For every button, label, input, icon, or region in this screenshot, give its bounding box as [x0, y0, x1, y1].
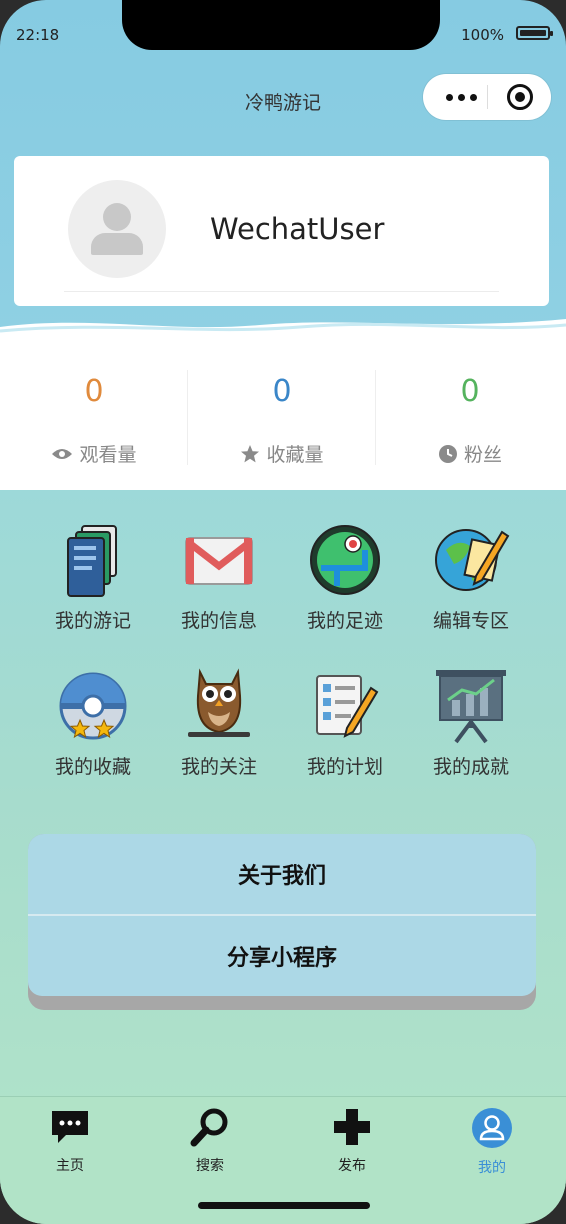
avatar[interactable]: [68, 180, 166, 278]
grid-item-my-messages[interactable]: 我的信息: [156, 520, 282, 640]
owl-icon: [188, 668, 250, 737]
grid-item-label: 我的收藏: [54, 756, 131, 778]
grid-item-label: 我的信息: [180, 610, 257, 632]
close-miniprogram-icon[interactable]: [507, 84, 533, 110]
grid-item-label: 我的成就: [432, 756, 509, 778]
stat-views: 0 观看量: [0, 340, 188, 490]
search-icon: [190, 1108, 228, 1147]
grid-item-label: 我的关注: [180, 756, 257, 778]
stat-fans-label: 粉丝: [463, 444, 502, 466]
grid-item-label: 我的计划: [306, 756, 383, 778]
username: WechatUser: [210, 212, 385, 246]
grid-item-my-follows[interactable]: 我的关注: [156, 666, 282, 786]
tab-search[interactable]: 搜索: [160, 1107, 260, 1175]
stat-views-value: 0: [84, 374, 104, 409]
grid-item-my-favorites[interactable]: 我的收藏: [30, 666, 156, 786]
globe-pencil-icon: [435, 529, 510, 591]
star-icon: [241, 444, 260, 462]
mail-icon: [185, 537, 253, 585]
grid-item-label: 我的足迹: [306, 610, 383, 632]
stat-fans-value: 0: [460, 374, 480, 409]
tab-publish-label: 发布: [338, 1158, 366, 1174]
checklist-icon: [316, 675, 379, 738]
battery-icon: [516, 26, 553, 40]
grid-item-edit-zone[interactable]: 编辑专区: [408, 520, 534, 640]
tab-publish[interactable]: 发布: [302, 1107, 402, 1175]
tab-mine-label: 我的: [478, 1160, 506, 1176]
profile-card[interactable]: WechatUser: [14, 156, 549, 306]
stat-favorites: 0 收藏量: [188, 340, 376, 490]
battery-percentage: 100%: [461, 26, 504, 44]
notch: [122, 0, 440, 50]
pokeball-icon: [59, 672, 127, 740]
miniprogram-capsule: [423, 74, 551, 120]
stats-row: 0 观看量 0 收藏量 0 粉丝: [0, 340, 566, 490]
stat-favorites-value: 0: [272, 374, 292, 409]
grid-item-my-achievements[interactable]: 我的成就: [408, 666, 534, 786]
grid-item-my-travelogues[interactable]: 我的游记: [30, 520, 156, 640]
grid-item-my-footprints[interactable]: 我的足迹: [282, 520, 408, 640]
stat-views-label: 观看量: [79, 444, 137, 466]
grid-item-label: 编辑专区: [432, 610, 509, 632]
wave-divider: [0, 319, 566, 345]
user-icon: [472, 1108, 512, 1148]
eye-icon: [52, 448, 73, 459]
about-us-button[interactable]: 关于我们: [28, 834, 536, 916]
tab-home[interactable]: 主页: [20, 1107, 120, 1175]
tab-home-label: 主页: [56, 1158, 84, 1174]
grid-item-label: 我的游记: [54, 610, 131, 632]
tab-mine[interactable]: 我的: [442, 1107, 542, 1177]
action-buttons: 关于我们 分享小程序: [28, 834, 536, 1010]
more-menu-icon[interactable]: [439, 82, 483, 112]
chat-icon: [52, 1111, 88, 1143]
grid-item-my-plans[interactable]: 我的计划: [282, 666, 408, 786]
map-icon: [310, 525, 380, 595]
stat-fans: 0 粉丝: [376, 340, 564, 490]
tab-search-label: 搜索: [196, 1158, 224, 1174]
clock-icon: [438, 444, 457, 463]
phone-screen: 22:18 100% 冷鸭游记 WechatUser 0 观看量 0 收藏量 0…: [0, 0, 566, 1224]
share-miniprogram-button[interactable]: 分享小程序: [28, 916, 536, 996]
plus-icon: [334, 1109, 370, 1145]
home-indicator: [198, 1202, 370, 1209]
chart-board-icon: [436, 670, 506, 744]
status-time: 22:18: [16, 26, 60, 44]
notebook-icon: [67, 525, 117, 597]
stat-favorites-label: 收藏量: [266, 444, 324, 466]
